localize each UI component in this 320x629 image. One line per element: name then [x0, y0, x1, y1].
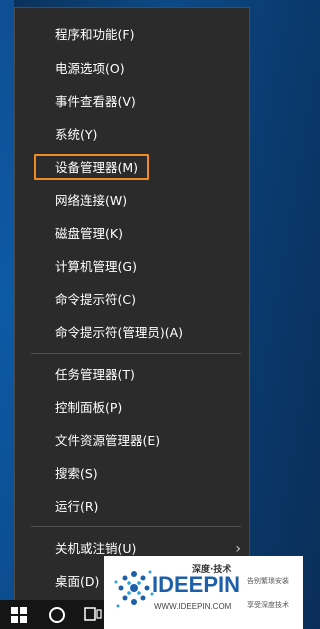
menu-item-label: 命令提示符(管理员)(A): [55, 325, 184, 340]
watermark-slogan: 告别繁琐安装: [247, 577, 289, 585]
menu-item-computer-management[interactable]: 计算机管理(G): [15, 253, 249, 281]
menu-item-programs-features[interactable]: 程序和功能(F): [15, 21, 249, 49]
menu-item-label: 搜索(S): [55, 466, 98, 481]
menu-item-disk-management[interactable]: 磁盘管理(K): [15, 220, 249, 248]
menu-item-file-explorer[interactable]: 文件资源管理器(E): [15, 427, 249, 455]
watermark-slogan: 享受深度技术: [247, 601, 289, 609]
menu-item-control-panel[interactable]: 控制面板(P): [15, 394, 249, 422]
menu-item-label: 程序和功能(F): [55, 27, 135, 42]
watermark-brand: IDEEPIN: [152, 572, 241, 597]
menu-item-label: 控制面板(P): [55, 400, 123, 415]
menu-separator: [31, 526, 241, 527]
desktop-background: [0, 0, 14, 600]
menu-item-label: 磁盘管理(K): [55, 226, 123, 241]
menu-item-label: 事件查看器(V): [55, 94, 136, 109]
menu-item-network-connections[interactable]: 网络连接(W): [15, 187, 249, 215]
ideepin-logo-icon: [114, 570, 154, 608]
menu-item-label: 网络连接(W): [55, 193, 128, 208]
task-view-icon[interactable]: [84, 606, 102, 622]
menu-item-run[interactable]: 运行(R): [15, 493, 249, 521]
menu-item-label: 关机或注销(U): [55, 541, 137, 556]
menu-item-command-prompt-admin[interactable]: 命令提示符(管理员)(A): [15, 319, 249, 347]
menu-item-label: 电源选项(O): [55, 61, 125, 76]
winx-context-menu: 程序和功能(F) 电源选项(O) 事件查看器(V) 系统(Y) 设备管理器(M)…: [14, 7, 250, 605]
menu-item-command-prompt[interactable]: 命令提示符(C): [15, 286, 249, 314]
menu-item-label: 命令提示符(C): [55, 292, 136, 307]
menu-item-label: 桌面(D): [55, 574, 100, 589]
menu-separator: [31, 353, 241, 354]
menu-item-device-manager[interactable]: 设备管理器(M): [15, 154, 249, 182]
watermark-url: WWW.IDEEPIN.COM: [154, 602, 232, 611]
menu-item-search[interactable]: 搜索(S): [15, 460, 249, 488]
menu-item-label: 文件资源管理器(E): [55, 433, 161, 448]
menu-item-label: 计算机管理(G): [55, 259, 137, 274]
cortana-icon[interactable]: [49, 607, 65, 623]
menu-item-label: 任务管理器(T): [55, 367, 135, 382]
menu-item-label: 运行(R): [55, 499, 99, 514]
menu-item-system[interactable]: 系统(Y): [15, 121, 249, 149]
menu-item-label: 系统(Y): [55, 127, 98, 142]
windows-start-icon[interactable]: [11, 607, 27, 623]
menu-item-label: 设备管理器(M): [55, 160, 139, 175]
menu-item-task-manager[interactable]: 任务管理器(T): [15, 361, 249, 389]
ideepin-watermark: 深度·技术 IDEEPIN WWW.IDEEPIN.COM 告别繁琐安装 享受深…: [104, 556, 303, 629]
menu-item-power-options[interactable]: 电源选项(O): [15, 55, 249, 83]
menu-item-event-viewer[interactable]: 事件查看器(V): [15, 88, 249, 116]
